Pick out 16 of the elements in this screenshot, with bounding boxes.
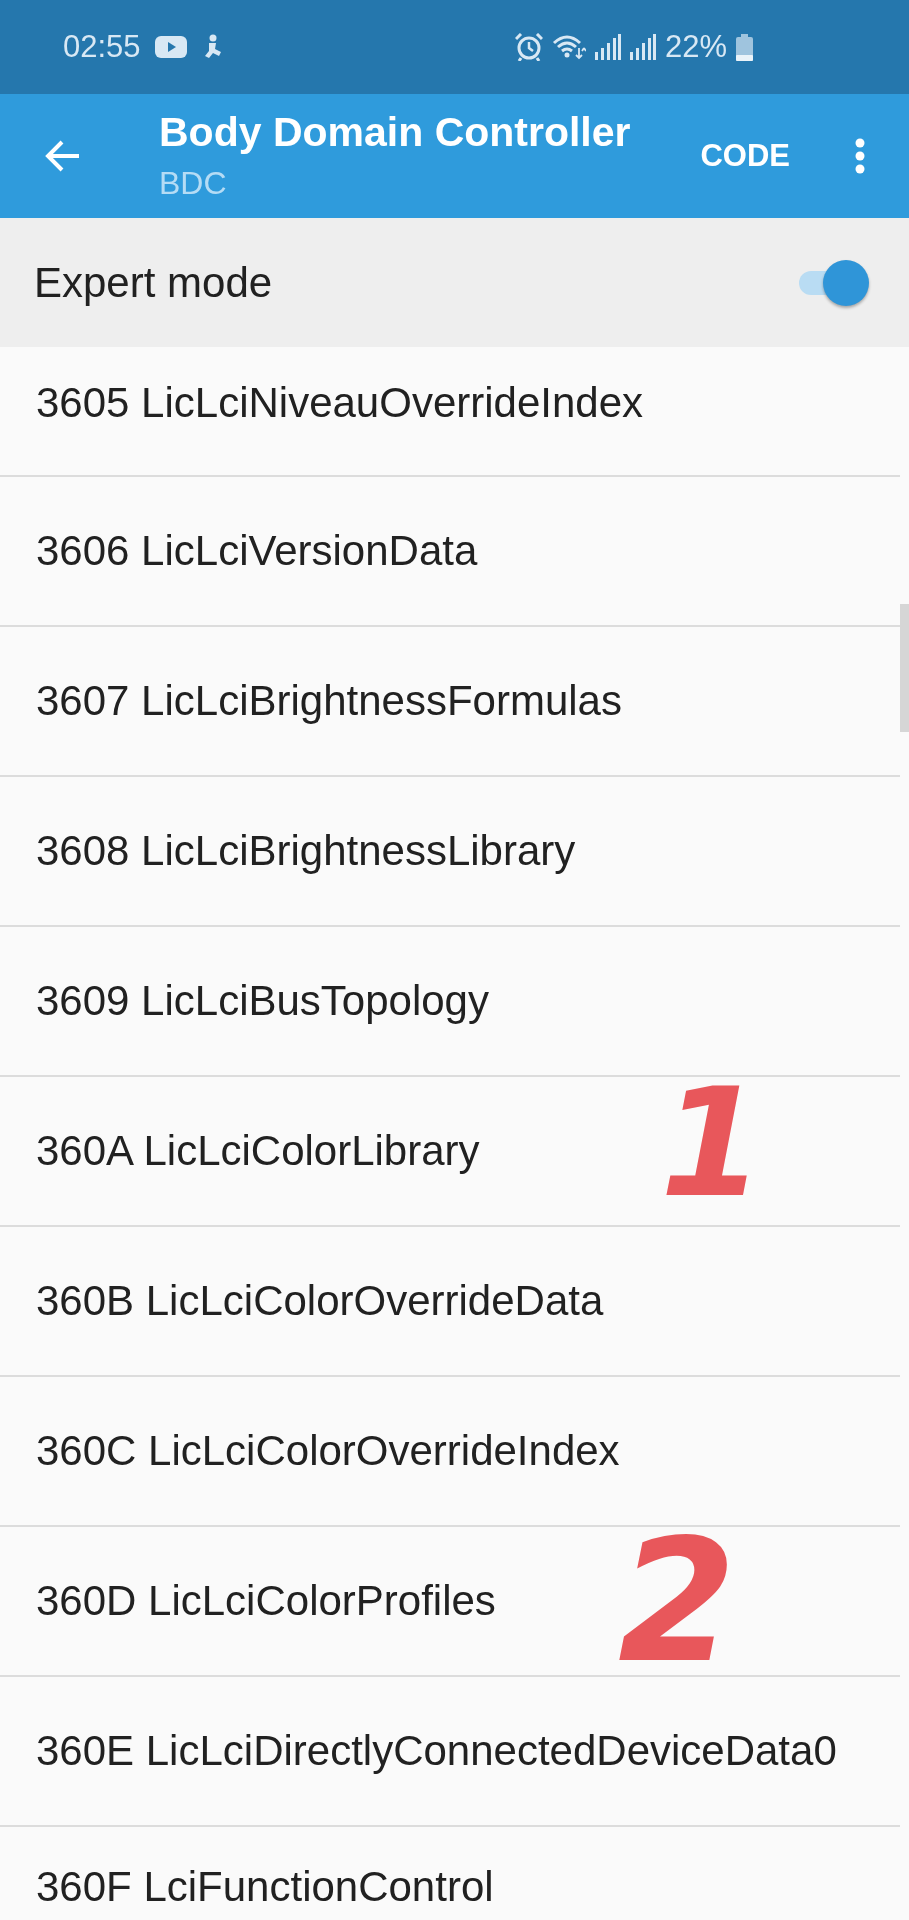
- alarm-clock-icon: [514, 33, 543, 61]
- signal-icon: [629, 34, 656, 60]
- play-icon: [154, 36, 187, 58]
- handwritten-number: 1: [660, 1085, 765, 1202]
- handwritten-number: 2: [618, 1535, 737, 1668]
- wifi-icon: [551, 34, 586, 60]
- status-time: 02:55: [63, 29, 141, 65]
- signal-icon: [594, 34, 621, 60]
- expert-mode-label: Expert mode: [34, 258, 273, 307]
- battery-icon: [736, 33, 753, 61]
- screen-subtitle: BDC: [159, 165, 228, 201]
- screen-title: Body Domain Controller: [159, 109, 631, 155]
- battery-percent: 22%: [664, 29, 727, 65]
- back-arrow-icon: [45, 140, 81, 172]
- scrollbar-thumb[interactable]: [900, 604, 909, 732]
- more-vert-icon: [855, 138, 865, 174]
